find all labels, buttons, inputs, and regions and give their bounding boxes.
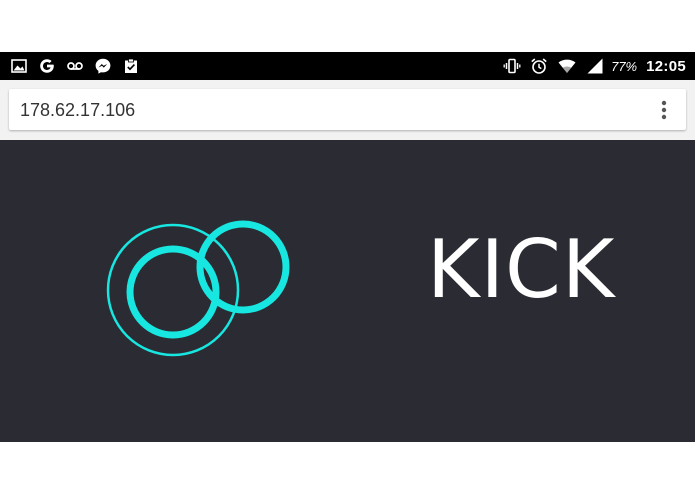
status-bar: 77% 12:05 xyxy=(0,52,695,80)
clipboard-check-icon xyxy=(125,58,137,73)
vibrate-icon xyxy=(503,58,521,74)
rings-logo-icon xyxy=(106,220,290,357)
wifi-icon xyxy=(558,59,576,73)
phone-screen: 77% 12:05 178.62.17.106 KICK xyxy=(0,0,695,494)
url-text[interactable]: 178.62.17.106 xyxy=(20,100,135,121)
notification-icons xyxy=(10,56,140,76)
battery-level: 77% xyxy=(611,58,638,74)
image-notification-icon xyxy=(11,59,27,73)
clock: 12:05 xyxy=(646,57,686,75)
page-title: KICK xyxy=(427,223,616,316)
browser-toolbar: 178.62.17.106 xyxy=(0,80,695,140)
voicemail-icon xyxy=(67,62,83,70)
google-icon xyxy=(40,59,54,73)
messenger-icon xyxy=(95,58,111,74)
system-icons: 77% 12:05 xyxy=(503,56,686,76)
alarm-icon xyxy=(531,58,547,74)
url-bar[interactable]: 178.62.17.106 xyxy=(9,89,686,130)
page-content: KICK xyxy=(0,140,695,442)
overlap-ring xyxy=(196,220,290,314)
signal-icon xyxy=(587,58,603,74)
more-vert-icon[interactable] xyxy=(652,98,676,122)
